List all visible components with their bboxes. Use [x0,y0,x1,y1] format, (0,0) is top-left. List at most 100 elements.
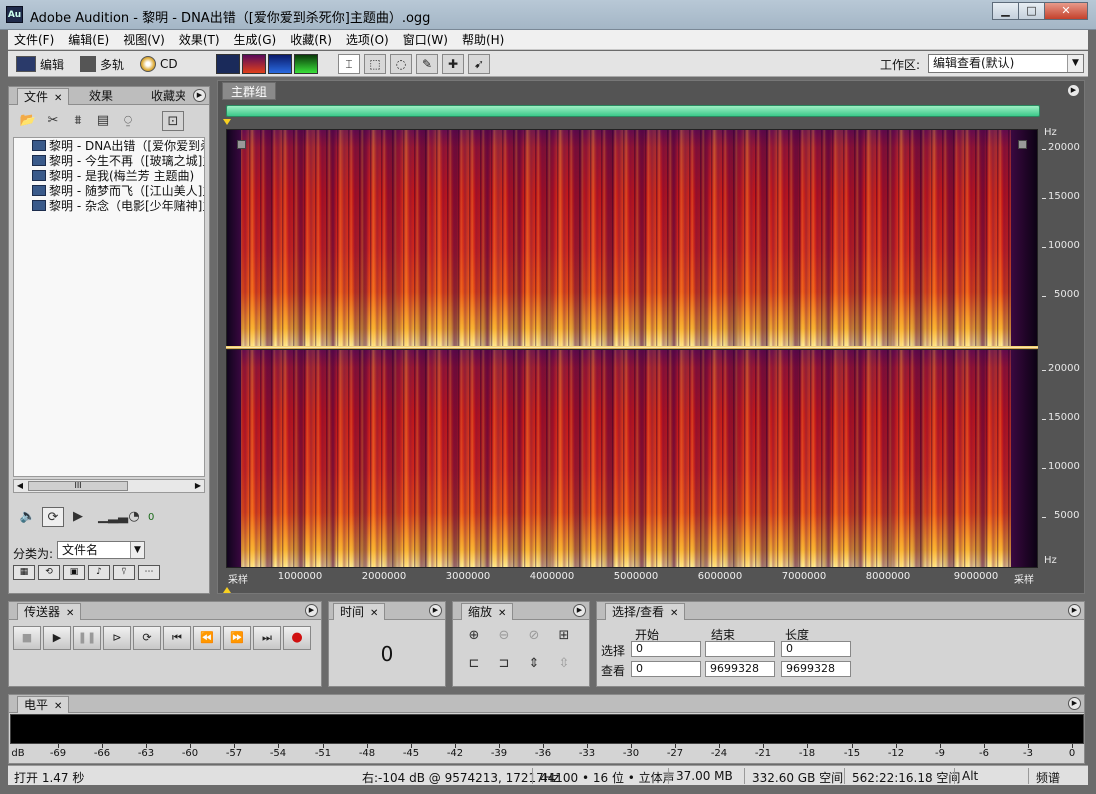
minimize-button[interactable]: ▁ [992,2,1019,20]
panel-menu-icon[interactable]: ▶ [573,604,586,617]
loop-button[interactable]: ⟳ [133,626,161,650]
view-length-field[interactable]: 9699328 [781,661,851,677]
fade-handle-icon[interactable] [1018,140,1027,149]
status-view-mode[interactable]: 频谱 [1036,769,1060,786]
filter-view-icon[interactable]: ⍢ [113,565,135,580]
spectral-view-button[interactable] [242,54,266,74]
panel-menu-icon[interactable]: ▶ [1067,84,1080,97]
go-to-end-button[interactable]: ⏭ [253,626,281,650]
zoom-out-vertical-icon[interactable]: ⇳ [553,654,575,674]
loop-preview-icon[interactable]: ⟳ [42,507,64,527]
panel-menu-icon[interactable]: ▶ [305,604,318,617]
speaker-icon[interactable]: 🔈 [17,507,39,527]
panel-menu-icon[interactable]: ▶ [1068,697,1081,710]
tab-files[interactable]: 文件 ✕ [17,88,70,105]
panel-menu-icon[interactable]: ▶ [193,89,206,102]
end-marker-icon[interactable] [223,587,231,593]
file-list-scrollbar[interactable]: ◀ III ▶ [13,479,205,493]
close-icon[interactable]: ✕ [54,701,62,712]
filter-audio-icon[interactable]: ▦ [13,565,35,580]
menu-help[interactable]: 帮助(H) [462,31,504,48]
close-icon[interactable]: ✕ [66,608,74,619]
marquee-tool[interactable]: ⬚ [364,54,386,74]
tab-time[interactable]: 时间 ✕ [333,603,386,620]
close-icon[interactable]: ✕ [54,93,62,104]
overview-range-bar[interactable] [226,105,1040,117]
play-from-cursor-button[interactable]: ⊳ [103,626,131,650]
list-item[interactable]: 黎明 - 随梦而飞（[江山美人]主题曲） [14,183,204,198]
fade-handle-icon[interactable] [237,140,246,149]
show-options-icon[interactable]: ⊡ [162,111,184,131]
edit-file-icon[interactable]: ⍜ [117,111,139,131]
start-marker-icon[interactable] [223,119,231,125]
tab-main-group[interactable]: 主群组 [222,82,277,100]
close-icon[interactable]: ✕ [498,608,506,619]
spectrogram-right-channel[interactable] [226,349,1038,568]
tab-selection-view[interactable]: 选择/查看 ✕ [605,603,686,620]
close-icon[interactable]: ✕ [370,608,378,619]
tab-zoom[interactable]: 缩放 ✕ [461,603,514,620]
selection-length-field[interactable]: 0 [781,641,851,657]
fast-forward-button[interactable]: ⏩ [223,626,251,650]
maximize-button[interactable]: □ [1018,2,1045,20]
edit-mode-button[interactable]: 编辑 [16,54,64,74]
zoom-left-edge-icon[interactable]: ⊏ [463,654,485,674]
scroll-thumb[interactable]: III [28,481,128,491]
zoom-in-horizontal-icon[interactable]: ⊕ [463,626,485,646]
menu-file[interactable]: 文件(F) [14,31,54,48]
insert-cd-icon[interactable]: ▤ [92,111,114,131]
tab-transport[interactable]: 传送器 ✕ [17,603,82,620]
view-end-field[interactable]: 9699328 [705,661,775,677]
filter-video-icon[interactable]: ▣ [63,565,85,580]
menu-effects[interactable]: 效果(T) [179,31,220,48]
close-icon[interactable]: ✕ [670,608,678,619]
stop-button[interactable]: ■ [13,626,41,650]
zoom-to-selection-icon[interactable]: ⊞ [553,626,575,646]
tab-level[interactable]: 电平 ✕ [17,696,70,713]
close-button[interactable]: ✕ [1044,2,1088,20]
workspace-select[interactable]: 编辑查看(默认) ▼ [928,54,1084,73]
list-item[interactable]: 黎明 - 是我(梅兰芳 主题曲) [14,168,204,183]
list-item[interactable]: 黎明 - 今生不再（[玻璃之城]主题曲） [14,153,204,168]
menu-edit[interactable]: 编辑(E) [68,31,109,48]
play-button[interactable]: ▶ [43,626,71,650]
phase-view-button[interactable] [294,54,318,74]
go-to-start-button[interactable]: ⏮ [163,626,191,650]
record-button[interactable]: ● [283,626,311,650]
tab-favorites[interactable]: 收藏夹 [145,88,185,105]
menu-view[interactable]: 视图(V) [123,31,165,48]
scroll-left-icon[interactable]: ◀ [14,480,26,492]
panel-menu-icon[interactable]: ▶ [1068,604,1081,617]
close-file-icon[interactable]: ✂ [42,111,64,131]
multitrack-mode-button[interactable]: 多轨 [80,54,124,74]
view-start-field[interactable]: 0 [631,661,701,677]
lasso-tool[interactable]: ◌ [390,54,412,74]
brush-tool[interactable]: ✎ [416,54,438,74]
scrub-tool[interactable]: ➹ [468,54,490,74]
scroll-right-icon[interactable]: ▶ [192,480,204,492]
zoom-out-full-icon[interactable]: ⊘ [523,626,545,646]
time-selection-tool[interactable]: ⌶ [338,54,360,74]
zoom-out-horizontal-icon[interactable]: ⊖ [493,626,515,646]
cd-mode-button[interactable]: CD [140,54,178,74]
pause-button[interactable]: ❚❚ [73,626,101,650]
filter-more-icon[interactable]: ⋯ [138,565,160,580]
tab-effects[interactable]: 效果 [83,88,119,105]
spot-healing-tool[interactable]: ✚ [442,54,464,74]
zoom-in-vertical-icon[interactable]: ⇕ [523,654,545,674]
volume-knob-icon[interactable]: ◔ [123,507,145,527]
panel-menu-icon[interactable]: ▶ [429,604,442,617]
import-file-icon[interactable]: 📂 [17,111,39,131]
menu-options[interactable]: 选项(O) [346,31,389,48]
play-preview-icon[interactable]: ▶ [67,507,89,527]
selection-end-field[interactable] [705,641,775,657]
filter-midi-icon[interactable]: ♪ [88,565,110,580]
menu-window[interactable]: 窗口(W) [403,31,448,48]
filter-loop-icon[interactable]: ⟲ [38,565,60,580]
list-item[interactable]: 黎明 - 杂念（电影[少年赌神]主题曲） [14,198,204,213]
selection-start-field[interactable]: 0 [631,641,701,657]
rewind-button[interactable]: ⏪ [193,626,221,650]
menu-favorites[interactable]: 收藏(R) [290,31,332,48]
classify-select[interactable]: 文件名 ▼ [57,541,145,559]
insert-multitrack-icon[interactable]: ⩩ [67,111,89,131]
